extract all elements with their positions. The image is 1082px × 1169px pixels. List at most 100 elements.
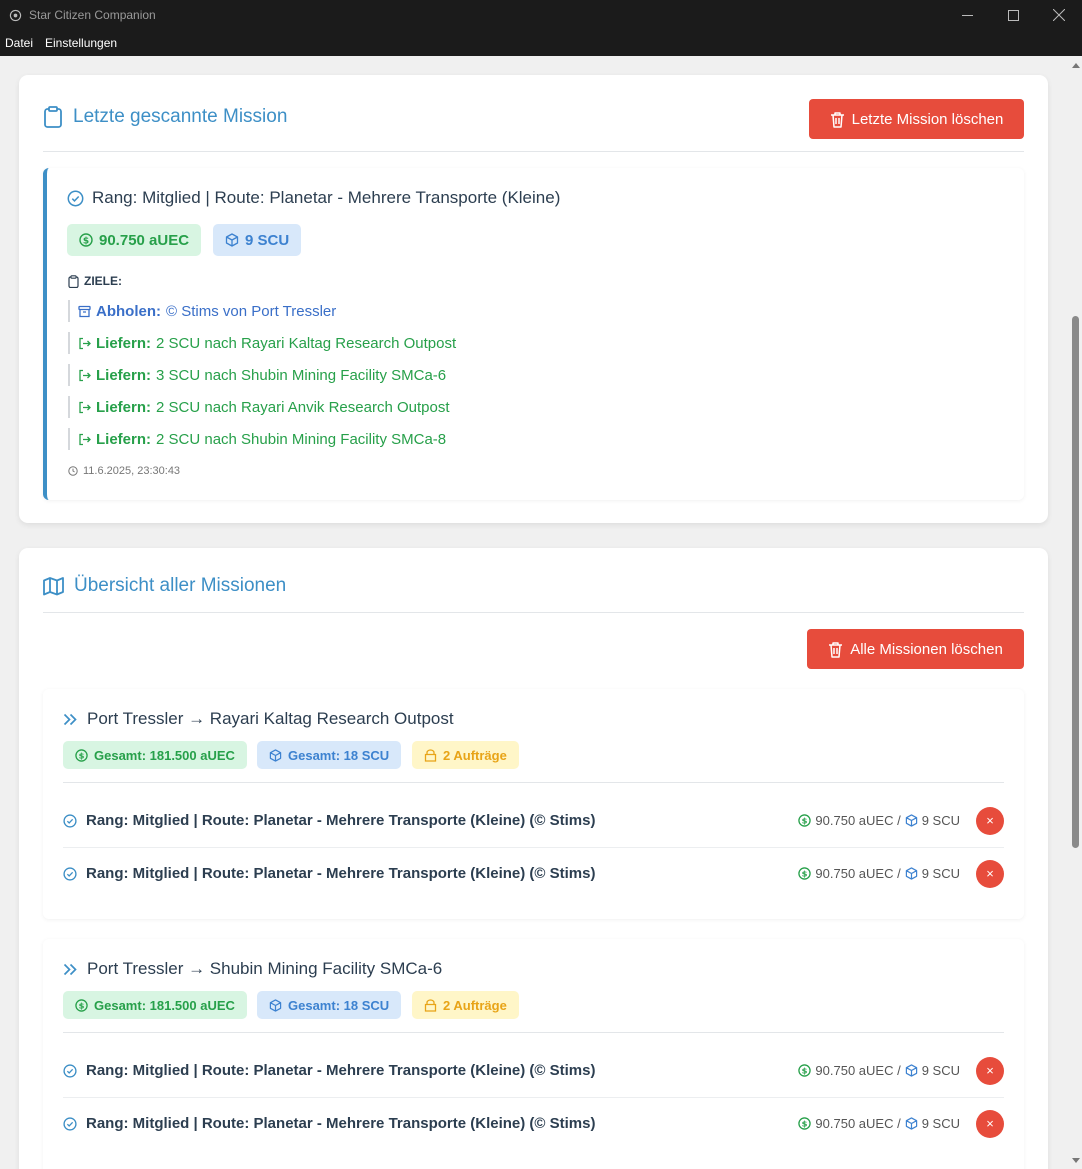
delete-mission-button[interactable]: × (976, 859, 1004, 888)
minimize-button[interactable] (944, 0, 990, 30)
mission-title: Rang: Mitglied | Route: Planetar - Mehre… (92, 188, 561, 207)
cube-icon (225, 233, 239, 247)
mission-row: Rang: Mitglied | Route: Planetar - Mehre… (63, 1044, 1004, 1097)
check-circle-icon (67, 190, 84, 206)
svg-text:$: $ (802, 869, 808, 879)
objective-delivery: Liefern: 2 SCU nach Shubin Mining Facili… (68, 428, 446, 450)
total-scu-badge: Gesamt: 18 SCU (257, 991, 402, 1019)
total-reward-badge: $ Gesamt: 181.500 aUEC (63, 741, 247, 769)
mission-name: Rang: Mitglied | Route: Planetar - Mehre… (86, 812, 596, 829)
route-group: Port Tressler → Shubin Mining Facility S… (43, 939, 1024, 1169)
delete-mission-button[interactable]: × (976, 806, 1004, 835)
clipboard-icon (44, 106, 62, 128)
window-title: Star Citizen Companion (29, 8, 156, 22)
overview-heading: Übersicht aller Missionen (74, 575, 287, 596)
svg-text:$: $ (79, 1000, 85, 1010)
clock-icon (68, 466, 78, 476)
mission-name: Rang: Mitglied | Route: Planetar - Mehre… (86, 1115, 596, 1132)
archive-icon (78, 305, 91, 317)
svg-text:$: $ (83, 236, 89, 246)
package-icon (424, 748, 437, 762)
dollar-icon: $ (75, 998, 88, 1012)
objective-delivery: Liefern: 2 SCU nach Rayari Anvik Researc… (68, 396, 449, 418)
svg-text:$: $ (802, 1066, 808, 1076)
svg-text:$: $ (79, 750, 85, 760)
package-icon (424, 998, 437, 1012)
last-mission-heading: Letzte gescannte Mission (73, 106, 288, 127)
divider (63, 1032, 1004, 1033)
route-group: Port Tressler → Rayari Kaltag Research O… (43, 689, 1024, 919)
objective-pickup: Abholen: © Stims von Port Tressler (68, 300, 336, 322)
delete-mission-button[interactable]: × (976, 1056, 1004, 1085)
mission-row: Rang: Mitglied | Route: Planetar - Mehre… (63, 847, 1004, 900)
title-bar: Star Citizen Companion (0, 0, 1082, 30)
menu-einstellungen[interactable]: Einstellungen (39, 36, 123, 50)
exit-icon (79, 337, 91, 349)
reward-badge: $ 90.750 aUEC (67, 224, 202, 256)
scu-badge: 9 SCU (213, 224, 302, 256)
route-title: Port Tressler → Shubin Mining Facility S… (87, 959, 443, 978)
mission-name: Rang: Mitglied | Route: Planetar - Mehre… (86, 1062, 596, 1079)
dollar-icon: $ (798, 814, 812, 827)
orders-badge: 2 Aufträge (412, 741, 519, 769)
delete-last-mission-button[interactable]: Letzte Mission löschen (809, 99, 1024, 139)
orders-badge: 2 Aufträge (412, 991, 519, 1019)
check-circle-icon (63, 1116, 77, 1131)
dollar-icon: $ (798, 1117, 812, 1130)
cube-icon (269, 998, 282, 1012)
exit-icon (79, 369, 91, 381)
check-circle-icon (63, 1063, 77, 1078)
menu-datei[interactable]: Datei (0, 36, 39, 50)
timestamp: 11.6.2025, 23:30:43 (68, 465, 180, 477)
trash-icon (829, 641, 843, 658)
delete-all-missions-button[interactable]: Alle Missionen löschen (807, 629, 1024, 669)
double-chevron-icon (63, 963, 77, 975)
check-circle-icon (63, 866, 77, 881)
scroll-down-icon[interactable] (1071, 1156, 1080, 1165)
cube-icon (905, 867, 917, 880)
cube-icon (905, 814, 917, 827)
svg-text:$: $ (802, 1119, 808, 1129)
delete-all-missions-label: Alle Missionen löschen (850, 640, 1003, 658)
menu-bar: Datei Einstellungen (0, 30, 1082, 56)
dollar-icon: $ (75, 748, 88, 762)
clipboard-icon (68, 274, 79, 288)
scroll-thumb[interactable] (1072, 316, 1079, 848)
exit-icon (79, 401, 91, 413)
svg-text:$: $ (802, 816, 808, 826)
mission-row: Rang: Mitglied | Route: Planetar - Mehre… (63, 1097, 1004, 1150)
mission-name: Rang: Mitglied | Route: Planetar - Mehre… (86, 865, 596, 882)
last-mission-detail: Rang: Mitglied | Route: Planetar - Mehre… (43, 168, 1024, 500)
delete-mission-button[interactable]: × (976, 1109, 1004, 1138)
check-circle-icon (63, 813, 77, 828)
objective-delivery: Liefern: 3 SCU nach Shubin Mining Facili… (68, 364, 446, 386)
trash-icon (830, 111, 844, 128)
dollar-icon: $ (798, 1064, 812, 1077)
delete-last-mission-label: Letzte Mission löschen (851, 110, 1004, 128)
double-chevron-icon (63, 713, 77, 725)
close-window-button[interactable] (1036, 0, 1082, 30)
cube-icon (905, 1064, 917, 1077)
objective-delivery: Liefern: 2 SCU nach Rayari Kaltag Resear… (68, 332, 456, 354)
close-icon (1053, 9, 1065, 21)
total-reward-badge: $ Gesamt: 181.500 aUEC (63, 991, 247, 1019)
divider (63, 782, 1004, 783)
cube-icon (269, 748, 282, 762)
exit-icon (79, 433, 91, 445)
objectives-heading: ZIELE: (68, 274, 122, 288)
main-content: Letzte gescannte Mission Letzte Mission … (0, 56, 1068, 1169)
divider (43, 612, 1024, 613)
app-logo-icon (7, 7, 23, 23)
maximize-button[interactable] (990, 0, 1036, 30)
minimize-icon (961, 14, 973, 16)
vertical-scrollbar[interactable] (1068, 56, 1082, 1169)
total-scu-badge: Gesamt: 18 SCU (257, 741, 402, 769)
maximize-icon (1007, 9, 1019, 21)
last-mission-card: Letzte gescannte Mission Letzte Mission … (19, 75, 1048, 523)
overview-card: Übersicht aller Missionen Alle Missionen… (19, 548, 1048, 1169)
cube-icon (905, 1117, 917, 1130)
map-icon (43, 576, 64, 595)
scroll-up-icon[interactable] (1071, 60, 1080, 69)
mission-row: Rang: Mitglied | Route: Planetar - Mehre… (63, 794, 1004, 847)
divider (43, 151, 1024, 152)
